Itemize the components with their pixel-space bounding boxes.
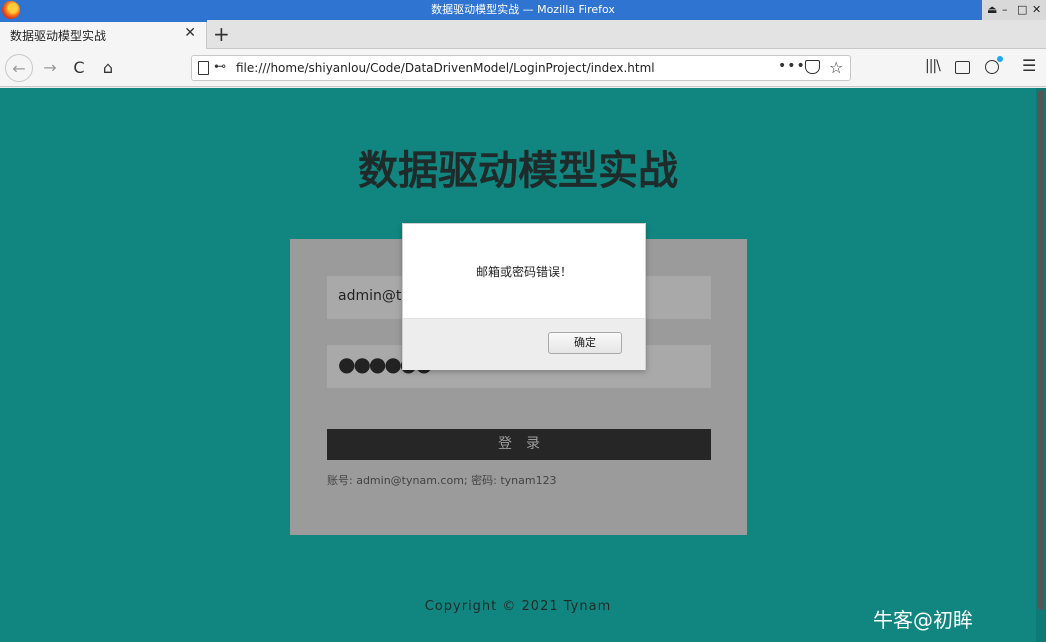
window-close-icon[interactable]: ✕ [1032,3,1041,17]
navigation-toolbar: ← → C ⌂ ⊷ file:///home/shiyanlou/Code/Da… [0,49,1046,87]
window-title: 数据驱动模型实战 — Mozilla Firefox [431,3,615,16]
url-text[interactable]: file:///home/shiyanlou/Code/DataDrivenMo… [236,61,655,75]
email-value: admin@ty [338,288,410,304]
login-button[interactable]: 登录 [327,429,711,460]
alert-dialog: 邮箱或密码错误！ 确定 [402,223,646,370]
address-bar[interactable]: ⊷ file:///home/shiyanlou/Code/DataDriven… [191,55,851,81]
page-title: 数据驱动模型实战 [358,148,678,194]
pocket-icon[interactable] [805,60,820,74]
tab-label: 数据驱动模型实战 [10,29,107,43]
key-icon[interactable]: ⊷ [214,59,226,73]
library-icon[interactable]: |||\ [925,58,941,74]
page-icon [198,61,209,75]
tab-strip: 数据驱动模型实战 ✕ + [0,20,1046,49]
page-scrollbar[interactable] [1036,88,1046,642]
scrollbar-thumb[interactable] [1038,90,1044,610]
tab-close-icon[interactable]: ✕ [184,25,196,41]
window-controls: ⏏ – □ ✕ [982,0,1046,20]
back-button[interactable]: ← [5,54,33,82]
account-icon[interactable] [985,56,1003,74]
sidebar-icon[interactable] [955,61,970,74]
page-actions-menu-icon[interactable]: ••• [778,58,806,74]
forward-button[interactable]: → [36,54,64,82]
alert-message: 邮箱或密码错误！ [475,265,572,279]
window-titlebar: 数据驱动模型实战 — Mozilla Firefox ⏏ – □ ✕ [0,0,1046,20]
window-shade-icon[interactable]: ⏏ [987,3,997,17]
window-minimize-icon[interactable]: – [1002,3,1008,17]
watermark: 牛客@初眸 [873,608,973,632]
home-button[interactable]: ⌂ [94,54,122,82]
window-maximize-icon[interactable]: □ [1017,3,1027,17]
ok-button[interactable]: 确定 [548,332,622,354]
bookmark-star-icon[interactable]: ☆ [829,58,843,77]
alert-footer: 确定 [403,318,645,370]
tab-active[interactable]: 数据驱动模型实战 ✕ [0,20,207,49]
new-tab-button[interactable]: + [213,22,230,46]
reload-button[interactable]: C [65,54,93,82]
hamburger-menu-icon[interactable]: ☰ [1022,56,1036,75]
credentials-hint: 账号: admin@tynam.com; 密码: tynam123 [327,474,557,487]
